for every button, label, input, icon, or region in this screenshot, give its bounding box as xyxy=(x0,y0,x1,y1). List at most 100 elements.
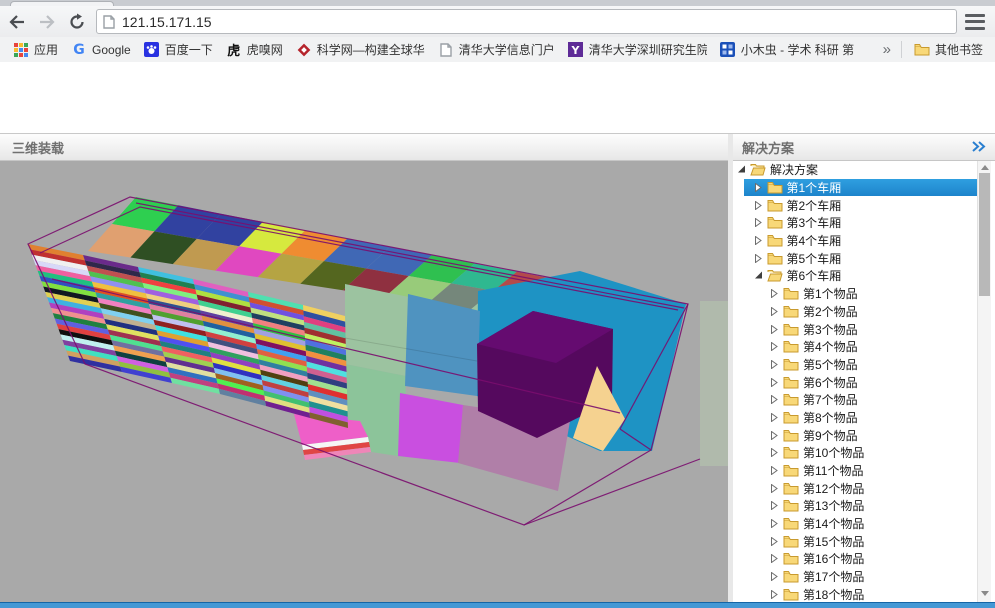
bookmark-item[interactable]: 应用 xyxy=(13,41,58,58)
viewer-panel-title: 三维装载 xyxy=(12,138,64,157)
expand-arrow-icon[interactable] xyxy=(754,201,766,210)
bookmarks-overflow-chevron[interactable]: » xyxy=(883,41,891,58)
expand-arrow-icon[interactable] xyxy=(770,307,782,316)
tree-item-第12个物品[interactable]: 第12个物品 xyxy=(733,479,995,497)
back-icon xyxy=(8,14,26,30)
folder-icon xyxy=(914,42,930,58)
apps-grid-icon xyxy=(13,42,29,58)
closed-folder-icon xyxy=(783,570,799,583)
tree-item-label: 第1个物品 xyxy=(803,285,858,302)
tree-item-第13个物品[interactable]: 第13个物品 xyxy=(733,497,995,515)
expand-arrow-icon[interactable] xyxy=(770,413,782,422)
expand-arrow-icon[interactable] xyxy=(754,183,766,192)
tree-item-label: 第3个车厢 xyxy=(787,214,842,231)
tree-item-label: 第2个物品 xyxy=(803,303,858,320)
tree-item-第3个车厢[interactable]: 第3个车厢 xyxy=(733,214,995,232)
expand-arrow-icon[interactable] xyxy=(770,501,782,510)
tree-item-第15个物品[interactable]: 第15个物品 xyxy=(733,532,995,550)
bookmark-item[interactable]: 科学网—构建全球华 xyxy=(296,41,425,58)
solution-panel-title: 解决方案 xyxy=(742,138,794,157)
menu-button[interactable] xyxy=(965,14,985,30)
closed-folder-icon xyxy=(783,393,799,406)
tree-item-第18个物品[interactable]: 第18个物品 xyxy=(733,586,995,604)
expand-arrow-icon[interactable] xyxy=(770,325,782,334)
collapse-arrow-icon[interactable] xyxy=(737,165,749,174)
tree-item-第4个物品[interactable]: 第4个物品 xyxy=(733,338,995,356)
url-text: 121.15.171.15 xyxy=(122,14,212,30)
tree-item-第17个物品[interactable]: 第17个物品 xyxy=(733,568,995,586)
tree-item-第1个物品[interactable]: 第1个物品 xyxy=(733,285,995,303)
closed-folder-icon xyxy=(767,181,783,194)
closed-folder-icon xyxy=(783,340,799,353)
collapse-arrow-icon[interactable] xyxy=(754,271,766,280)
tree-item-label: 第10个物品 xyxy=(803,444,864,461)
expand-arrow-icon[interactable] xyxy=(770,572,782,581)
tree-item-第2个车厢[interactable]: 第2个车厢 xyxy=(733,196,995,214)
browser-window: 121.15.171.15 应用 GGoogle 百度一下虎虎嗅网科学网—构建全球华… xyxy=(0,0,995,608)
tree-item-label: 第9个物品 xyxy=(803,427,858,444)
bookmark-item[interactable]: 百度一下 xyxy=(144,41,213,58)
expand-arrow-icon[interactable] xyxy=(770,342,782,351)
tree-item-第7个物品[interactable]: 第7个物品 xyxy=(733,391,995,409)
bookmark-item[interactable]: 清华大学信息门户 xyxy=(438,41,555,58)
tree-item-第6个车厢[interactable]: 第6个车厢 xyxy=(733,267,995,285)
tree-item-第8个物品[interactable]: 第8个物品 xyxy=(733,409,995,427)
expand-arrow-icon[interactable] xyxy=(754,254,766,263)
scrollbar-thumb[interactable] xyxy=(979,173,990,296)
tree-item-第10个物品[interactable]: 第10个物品 xyxy=(733,444,995,462)
expand-arrow-icon[interactable] xyxy=(770,590,782,599)
bookmark-label: 小木虫 - 学术 科研 第 xyxy=(741,41,854,58)
expand-arrow-icon[interactable] xyxy=(770,537,782,546)
solution-panel-header: 解决方案 xyxy=(733,134,995,161)
forward-button[interactable] xyxy=(34,9,60,35)
refresh-button[interactable] xyxy=(64,9,90,35)
tree-item-第1个车厢[interactable]: 第1个车厢 xyxy=(744,179,978,197)
expand-arrow-icon[interactable] xyxy=(770,466,782,475)
tree-item-label: 第16个物品 xyxy=(803,550,864,567)
tree-item-第16个物品[interactable]: 第16个物品 xyxy=(733,550,995,568)
bookmark-item[interactable]: GGoogle xyxy=(71,42,131,58)
collapse-panel-icon[interactable] xyxy=(971,140,987,153)
bookmarks-separator xyxy=(901,41,902,58)
tree-item-解决方案[interactable]: 解决方案 xyxy=(733,161,995,179)
tree-item-label: 第8个物品 xyxy=(803,409,858,426)
tree-item-第11个物品[interactable]: 第11个物品 xyxy=(733,462,995,480)
tree-item-第3个物品[interactable]: 第3个物品 xyxy=(733,320,995,338)
expand-arrow-icon[interactable] xyxy=(770,484,782,493)
tree-item-第5个物品[interactable]: 第5个物品 xyxy=(733,356,995,374)
3d-scene-viewport[interactable] xyxy=(0,161,728,603)
expand-arrow-icon[interactable] xyxy=(770,554,782,563)
bookmark-label: 清华大学信息门户 xyxy=(459,41,555,58)
expand-arrow-icon[interactable] xyxy=(770,360,782,369)
page-icon xyxy=(103,15,115,29)
expand-arrow-icon[interactable] xyxy=(770,395,782,404)
closed-folder-icon xyxy=(783,323,799,336)
bookmark-item[interactable]: 虎虎嗅网 xyxy=(226,41,283,58)
tree-item-第5个车厢[interactable]: 第5个车厢 xyxy=(733,249,995,267)
expand-arrow-icon[interactable] xyxy=(770,448,782,457)
other-bookmarks-button[interactable]: 其他书签 xyxy=(914,41,983,58)
back-button[interactable] xyxy=(4,9,30,35)
tree-item-第6个物品[interactable]: 第6个物品 xyxy=(733,373,995,391)
bookmark-item[interactable]: Y清华大学深圳研究生院 xyxy=(568,41,707,58)
scroll-down-arrow[interactable] xyxy=(978,587,991,599)
closed-folder-icon xyxy=(767,252,783,265)
expand-arrow-icon[interactable] xyxy=(770,431,782,440)
expand-arrow-icon[interactable] xyxy=(754,218,766,227)
expand-arrow-icon[interactable] xyxy=(770,289,782,298)
expand-arrow-icon[interactable] xyxy=(770,378,782,387)
tree-item-第4个车厢[interactable]: 第4个车厢 xyxy=(733,232,995,250)
tree-item-label: 解决方案 xyxy=(770,161,818,178)
scroll-up-arrow[interactable] xyxy=(978,161,991,173)
tree-item-第9个物品[interactable]: 第9个物品 xyxy=(733,426,995,444)
tree-item-label: 第6个车厢 xyxy=(787,267,842,284)
closed-folder-icon xyxy=(783,376,799,389)
tree-scrollbar[interactable] xyxy=(977,161,991,603)
expand-arrow-icon[interactable] xyxy=(754,236,766,245)
address-bar[interactable]: 121.15.171.15 xyxy=(96,9,957,34)
tree-item-第2个物品[interactable]: 第2个物品 xyxy=(733,303,995,321)
bookmark-item[interactable]: 小木虫 - 学术 科研 第 xyxy=(720,41,854,58)
bookmark-items: 应用 GGoogle 百度一下虎虎嗅网科学网—构建全球华 清华大学信息门户 Y清华大学深… xyxy=(0,41,854,58)
tree-item-第14个物品[interactable]: 第14个物品 xyxy=(733,515,995,533)
expand-arrow-icon[interactable] xyxy=(770,519,782,528)
